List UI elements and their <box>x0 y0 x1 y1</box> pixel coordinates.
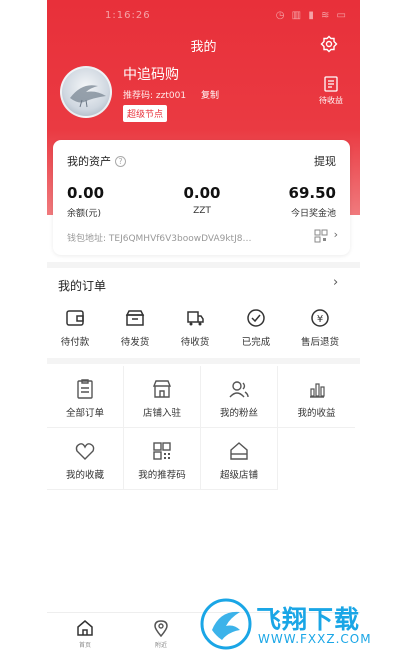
pending-earnings-label: 待收益 <box>319 96 343 105</box>
referral-label: 推荐码: zzt001 <box>123 91 187 101</box>
service-super-store[interactable]: 超级店铺 <box>201 428 278 490</box>
order-pending-shipment[interactable]: 待发货 <box>105 308 165 348</box>
asset-label: ZZT <box>193 206 211 216</box>
svg-text:¥: ¥ <box>317 314 323 325</box>
asset-value: 0.00 <box>183 184 221 202</box>
service-label: 我的粉丝 <box>219 408 258 419</box>
service-label: 我的推荐码 <box>138 470 186 481</box>
status-icons: ◷ ▥ ▮ ≋ ▭ <box>275 10 348 21</box>
watermark: 飞翔下载 WWW.FXXZ.COM <box>196 596 388 652</box>
copy-button[interactable]: 复制 <box>201 91 219 101</box>
order-label: 待收货 <box>180 337 210 348</box>
order-label: 售后退货 <box>300 337 339 348</box>
wallet-address: 钱包地址: TEJ6QMHVf6V3boowDVA9ktJ8… <box>67 234 252 244</box>
fans-icon <box>229 381 249 398</box>
service-label: 超级店铺 <box>219 470 258 481</box>
level-badge: 超级节点 <box>123 105 168 122</box>
info-icon[interactable]: ? <box>115 156 126 167</box>
page-title: 我的 <box>190 40 217 55</box>
service-label: 我的收益 <box>297 408 336 419</box>
tab-home[interactable]: 首页 <box>65 619 105 649</box>
tab-nearby[interactable]: 附近 <box>141 619 181 649</box>
watermark-title: 飞翔下载 <box>256 605 361 634</box>
status-bar: 1:16:26 ◷ ▥ ▮ ≋ ▭ <box>47 8 360 26</box>
avatar[interactable] <box>60 66 112 118</box>
qr-code-icon <box>153 442 171 460</box>
status-time: 1:16:26 <box>105 10 151 21</box>
heart-icon <box>75 443 95 460</box>
section-divider <box>47 262 360 268</box>
order-pending-receipt[interactable]: 待收货 <box>165 308 225 348</box>
orders-title: 我的订单 <box>58 279 107 293</box>
service-label: 我的收藏 <box>65 470 104 481</box>
asset-value: 0.00 <box>67 184 105 202</box>
withdraw-button[interactable]: 提现 <box>314 153 336 169</box>
order-completed[interactable]: 已完成 <box>226 308 286 348</box>
home-icon <box>77 620 93 636</box>
pending-earnings-button[interactable]: 待收益 <box>313 76 349 106</box>
settings-icon[interactable] <box>320 35 338 53</box>
super-store-icon <box>230 442 248 460</box>
asset-value: 69.50 <box>288 184 336 202</box>
watermark-logo-icon <box>200 598 252 650</box>
tab-label: 首页 <box>78 642 91 649</box>
screen: { "status_bar": { "time": "1:16:26", "ic… <box>0 0 400 667</box>
location-icon <box>154 620 168 637</box>
service-my-referral-code[interactable]: 我的推荐码 <box>124 428 201 490</box>
asset-card: 我的资产? 提现 0.00 余额(元) 0.00 ZZT 69.50 今日奖金池… <box>53 140 350 255</box>
asset-title-text: 我的资产 <box>67 155 111 168</box>
truck-icon <box>187 311 204 326</box>
earnings-doc-icon <box>324 76 338 92</box>
service-all-orders[interactable]: 全部订单 <box>47 366 124 428</box>
earnings-icon <box>309 383 325 398</box>
qr-code-icon[interactable] <box>314 229 328 243</box>
section-divider <box>47 358 360 364</box>
order-pending-payment[interactable]: 待付款 <box>45 308 105 348</box>
service-store-join[interactable]: 店铺入驻 <box>124 366 201 428</box>
asset-prize-pool[interactable]: 69.50 今日奖金池 <box>246 184 336 219</box>
store-icon <box>152 380 172 398</box>
asset-zzt[interactable]: 0.00 ZZT <box>157 184 247 216</box>
orders-more-chevron-icon[interactable]: › <box>333 275 338 290</box>
service-my-earnings[interactable]: 我的收益 <box>278 366 355 428</box>
check-circle-icon <box>247 309 265 327</box>
watermark-url: WWW.FXXZ.COM <box>258 632 372 646</box>
wallet-icon <box>66 310 84 326</box>
service-label: 全部订单 <box>65 408 104 419</box>
asset-title: 我的资产? <box>67 153 126 169</box>
order-list-icon <box>77 379 93 399</box>
service-my-favorites[interactable]: 我的收藏 <box>47 428 124 490</box>
referral-code: 推荐码: zzt001 复制 <box>123 88 219 101</box>
service-my-fans[interactable]: 我的粉丝 <box>201 366 278 428</box>
asset-balance[interactable]: 0.00 余额(元) <box>67 184 157 219</box>
package-icon <box>125 310 145 326</box>
asset-label: 今日奖金池 <box>290 209 336 219</box>
refund-icon: ¥ <box>311 309 329 327</box>
order-label: 待付款 <box>60 337 90 348</box>
asset-label: 余额(元) <box>67 209 102 219</box>
order-label: 待发货 <box>120 337 150 348</box>
order-label: 已完成 <box>241 337 271 348</box>
chevron-right-icon[interactable]: › <box>334 228 338 241</box>
service-label: 店铺入驻 <box>142 408 181 419</box>
tab-label: 附近 <box>154 642 167 649</box>
username: 中追码购 <box>123 67 179 83</box>
order-after-sales[interactable]: ¥ 售后退货 <box>290 308 350 348</box>
